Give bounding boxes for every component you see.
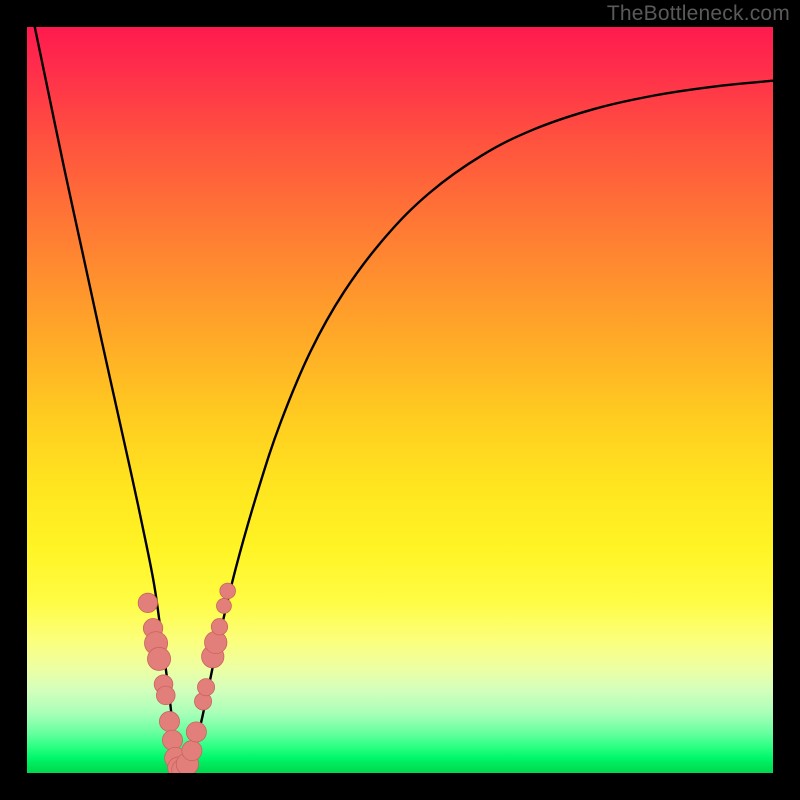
- data-marker: [186, 722, 206, 742]
- data-marker: [197, 679, 214, 696]
- data-marker: [205, 631, 227, 653]
- watermark-text: TheBottleneck.com: [607, 2, 790, 26]
- bottleneck-curve: [27, 27, 773, 772]
- plot-area: [27, 27, 773, 773]
- data-marker: [156, 686, 175, 705]
- chart-svg: [27, 27, 773, 773]
- data-marker: [182, 741, 202, 761]
- data-marker: [211, 619, 227, 635]
- data-marker: [162, 730, 182, 750]
- data-marker: [159, 711, 179, 731]
- data-marker: [138, 593, 157, 612]
- chart-frame: TheBottleneck.com: [0, 0, 800, 800]
- data-marker: [220, 583, 236, 599]
- data-marker: [216, 598, 231, 613]
- data-marker: [147, 647, 170, 670]
- data-markers: [138, 583, 235, 773]
